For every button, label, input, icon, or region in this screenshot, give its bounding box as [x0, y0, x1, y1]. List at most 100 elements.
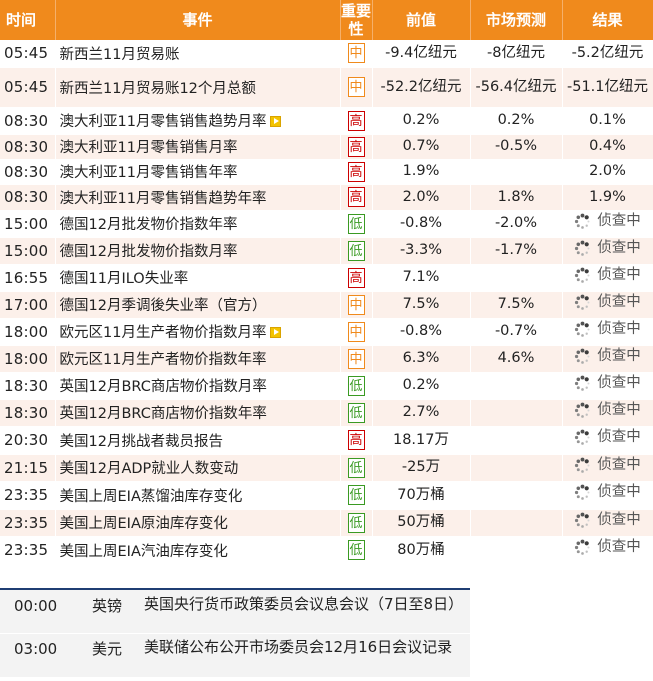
row-forecast: 4.6% — [470, 345, 563, 373]
loading-spinner-icon — [575, 240, 590, 256]
row-event: 澳大利亚11月零售销售月率 — [55, 134, 341, 160]
row-importance: 中 — [340, 318, 373, 346]
row-time: 20:30 — [0, 426, 56, 455]
row-forecast: -0.7% — [470, 318, 563, 346]
row-event: 美国上周EIA蒸馏油库存变化 — [55, 481, 341, 510]
row-forecast — [470, 509, 563, 537]
loading-spinner-icon — [575, 213, 590, 229]
loading-spinner-icon — [575, 402, 590, 418]
importance-badge: 低 — [347, 375, 365, 396]
row-event: 德国12月批发物价指数月率 — [55, 237, 341, 265]
event-name: 德国11月ILO失业率 — [59, 271, 189, 287]
header-forecast: 市场预测 — [470, 0, 563, 40]
loading-spinner-icon — [575, 457, 590, 473]
event-time: 03:00 — [14, 640, 58, 658]
row-event: 美国上周EIA原油库存变化 — [55, 509, 341, 537]
row-result: 侦查中 — [562, 481, 653, 510]
pending-label: 侦查中 — [597, 320, 641, 337]
header-result: 结果 — [562, 0, 653, 40]
loading-spinner-icon — [575, 539, 590, 555]
row-importance: 低 — [340, 481, 373, 510]
table-row: 21:15 美国12月ADP就业人数变动 低 -25万 侦查中 — [0, 454, 653, 482]
row-event: 澳大利亚11月零售销售趋势年率 — [55, 184, 341, 211]
table-row: 23:35 美国上周EIA蒸馏油库存变化 低 70万桶 侦查中 — [0, 481, 653, 510]
row-result: 侦查中 — [562, 426, 653, 455]
table-row: 08:30 澳大利亚11月零售销售年率 高 1.9% 2.0% — [0, 159, 653, 185]
row-event: 澳大利亚11月零售销售年率 — [55, 159, 341, 185]
header-importance: 重要性 — [340, 0, 373, 40]
row-time: 18:30 — [0, 372, 56, 400]
row-previous: -9.4亿纽元 — [372, 40, 471, 68]
table-row: 15:00 德国12月批发物价指数月率 低 -3.3% -1.7% 侦查中 — [0, 237, 653, 265]
row-result: -5.2亿纽元 — [562, 40, 653, 68]
row-previous: 1.9% — [372, 159, 471, 185]
row-event: 新西兰11月贸易账12个月总额 — [55, 67, 341, 108]
row-previous: 2.0% — [372, 184, 471, 211]
importance-badge: 高 — [347, 430, 365, 450]
table-row: 08:30 澳大利亚11月零售销售月率 高 0.7% -0.5% 0.4% — [0, 134, 653, 160]
video-play-icon[interactable] — [270, 116, 282, 127]
row-time: 17:00 — [0, 291, 56, 319]
importance-badge: 中 — [347, 348, 365, 369]
event-name: 新西兰11月贸易账12个月总额 — [59, 80, 256, 97]
event-name: 澳大利亚11月零售销售趋势年率 — [59, 190, 267, 207]
pending-label: 侦查中 — [597, 239, 641, 256]
row-time: 18:00 — [0, 345, 56, 373]
row-forecast — [470, 481, 563, 510]
row-forecast: -1.7% — [470, 237, 563, 265]
table-row: 17:00 德国12月季调後失业率（官方） 中 7.5% 7.5% 侦查中 — [0, 291, 653, 319]
row-time: 15:00 — [0, 237, 56, 265]
row-forecast — [470, 399, 563, 427]
row-time: 08:30 — [0, 134, 56, 160]
event-text: 美联储公布公开市场委员会12月16日会议记录 — [144, 638, 453, 656]
row-previous: 0.7% — [372, 134, 471, 160]
row-previous: 18.17万 — [372, 426, 471, 455]
table-row: 15:00 德国12月批发物价指数年率 低 -0.8% -2.0% 侦查中 — [0, 210, 653, 238]
table-row: 23:35 美国上周EIA汽油库存变化 低 80万桶 侦查中 — [0, 536, 653, 565]
event-name: 澳大利亚11月零售销售年率 — [59, 165, 238, 181]
row-importance: 低 — [340, 372, 373, 400]
row-event: 澳大利亚11月零售销售趋势月率 — [55, 107, 341, 135]
header-time: 时间 — [0, 0, 56, 40]
video-play-icon[interactable] — [270, 327, 282, 338]
loading-spinner-icon — [575, 512, 590, 528]
importance-badge: 低 — [347, 457, 365, 478]
importance-badge: 中 — [347, 321, 365, 342]
header-previous: 前值 — [372, 0, 471, 40]
pending-label: 侦查中 — [597, 511, 641, 528]
loading-spinner-icon — [575, 484, 590, 500]
pending-status: 侦查中 — [574, 428, 641, 447]
row-time: 21:15 — [0, 454, 56, 482]
pending-label: 侦查中 — [597, 429, 641, 445]
row-time: 08:30 — [0, 107, 56, 135]
row-forecast — [470, 372, 563, 400]
row-event: 英国12月BRC商店物价指数月率 — [55, 372, 341, 400]
table-header-row: 时间 事件 重要性 前值 市场预测 结果 — [0, 0, 653, 40]
row-forecast: -8亿纽元 — [470, 40, 563, 68]
event-time: 00:00 — [14, 597, 58, 615]
row-importance: 低 — [340, 399, 373, 427]
table-row: 18:00 欧元区11月生产者物价指数年率 中 6.3% 4.6% 侦查中 — [0, 345, 653, 373]
row-forecast: -56.4亿纽元 — [470, 67, 563, 108]
event-currency: 美元 — [92, 640, 123, 658]
row-forecast — [470, 264, 563, 292]
row-event: 美国上周EIA汽油库存变化 — [55, 536, 341, 565]
table-row: 18:30 英国12月BRC商店物价指数月率 低 0.2% 侦查中 — [0, 372, 653, 400]
row-time: 05:45 — [0, 40, 56, 68]
event-name: 欧元区11月生产者物价指数月率 — [59, 325, 267, 341]
importance-badge: 低 — [347, 402, 365, 423]
event-name: 美国上周EIA原油库存变化 — [59, 516, 228, 532]
pending-label: 侦查中 — [597, 293, 641, 310]
row-forecast: -2.0% — [470, 210, 563, 238]
importance-badge: 中 — [347, 43, 365, 64]
event-row: 03:00 美元 美联储公布公开市场委员会12月16日会议记录 — [0, 634, 470, 678]
row-event: 德国12月批发物价指数年率 — [55, 210, 341, 238]
importance-badge: 低 — [347, 485, 365, 505]
event-name: 澳大利亚11月零售销售月率 — [59, 140, 238, 156]
row-importance: 低 — [340, 237, 373, 265]
pending-status: 侦查中 — [574, 538, 641, 557]
row-previous: 7.5% — [372, 291, 471, 319]
row-result: 1.9% — [562, 184, 653, 211]
table-row: 05:45 新西兰11月贸易账12个月总额 中 -52.2亿纽元 -56.4亿纽元 -51… — [0, 67, 653, 108]
row-result: 侦查中 — [562, 372, 653, 400]
